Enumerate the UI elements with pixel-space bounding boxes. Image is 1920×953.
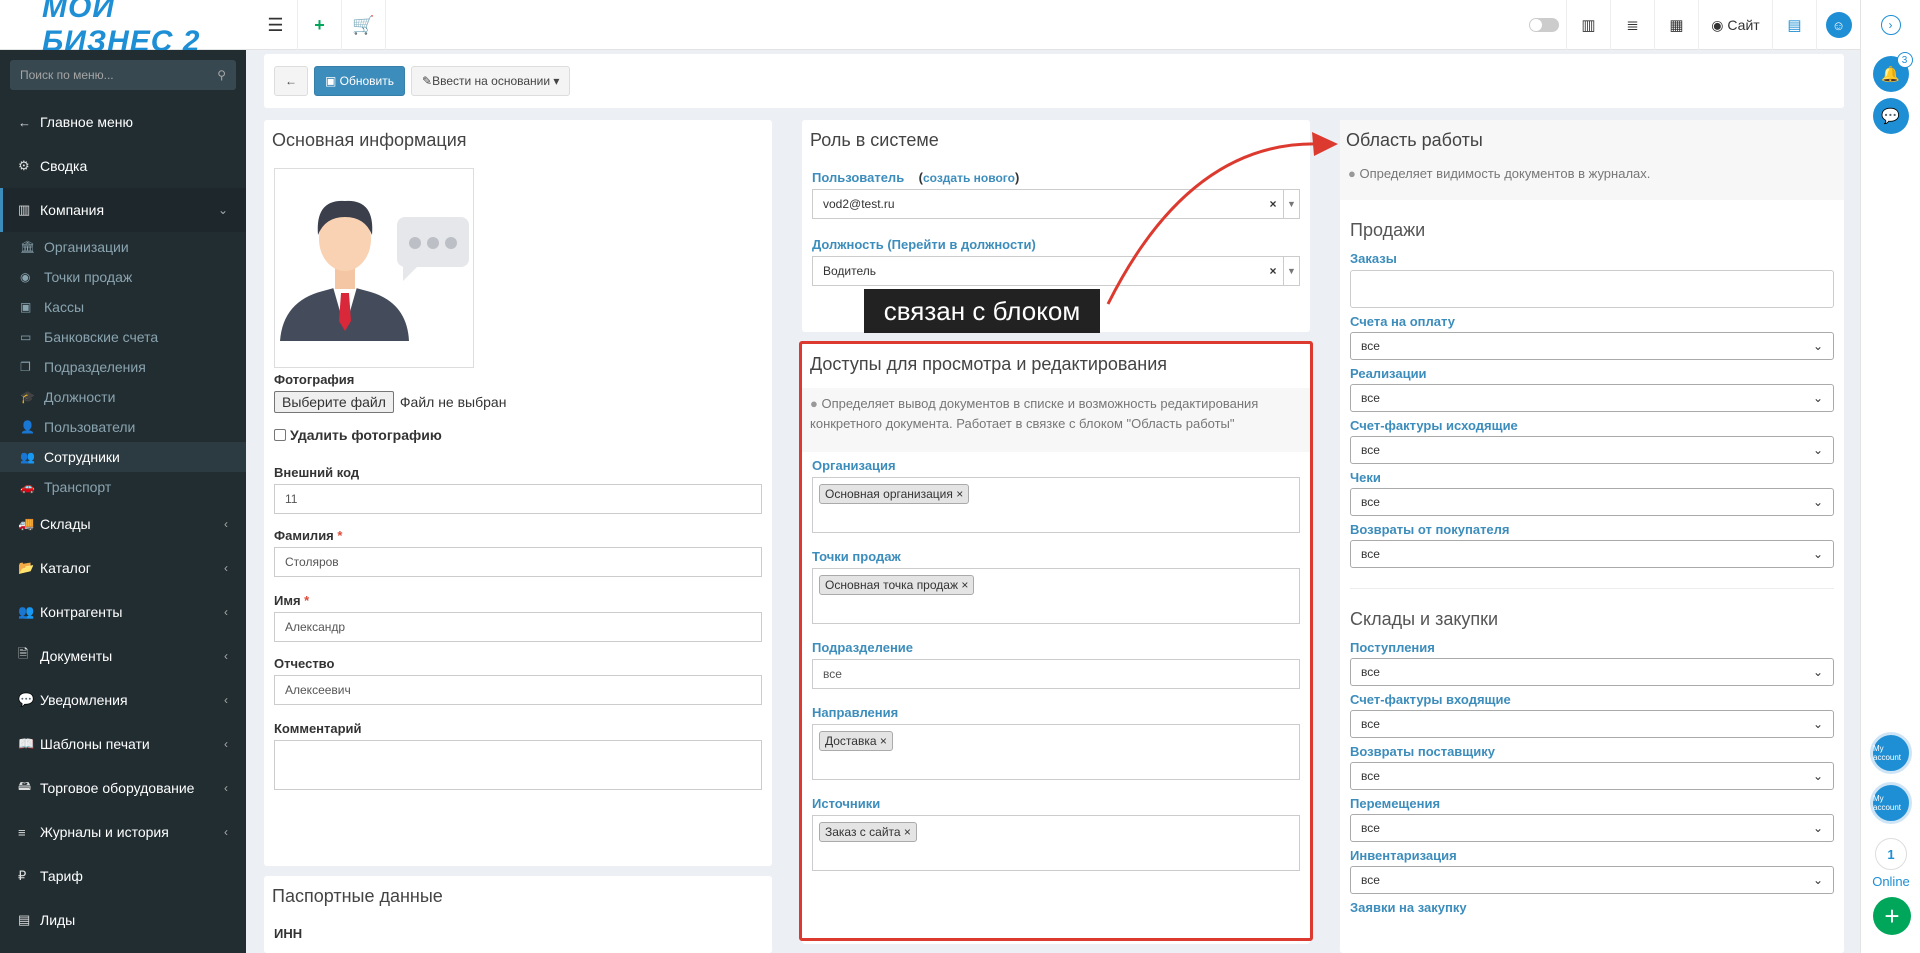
- chat-icon: 💬: [1881, 108, 1900, 125]
- online-count: 1: [1875, 838, 1907, 870]
- add-button[interactable]: +: [1873, 897, 1911, 935]
- online-label: Online: [1872, 874, 1910, 889]
- bell-icon: 🔔: [1881, 66, 1900, 83]
- chat-button[interactable]: 💬: [1872, 98, 1909, 134]
- annotation-callout: связан с блоком: [864, 289, 1100, 333]
- annotation-arrow: [1106, 132, 1338, 305]
- chevron-right-icon[interactable]: ›: [1880, 15, 1901, 35]
- right-bar: › 🔔 3 💬 My account My account 1 Online +: [1860, 0, 1920, 953]
- my-account-button[interactable]: My account: [1870, 732, 1912, 774]
- my-account-button[interactable]: My account: [1870, 782, 1912, 824]
- notifications-button[interactable]: 🔔 3: [1872, 52, 1913, 92]
